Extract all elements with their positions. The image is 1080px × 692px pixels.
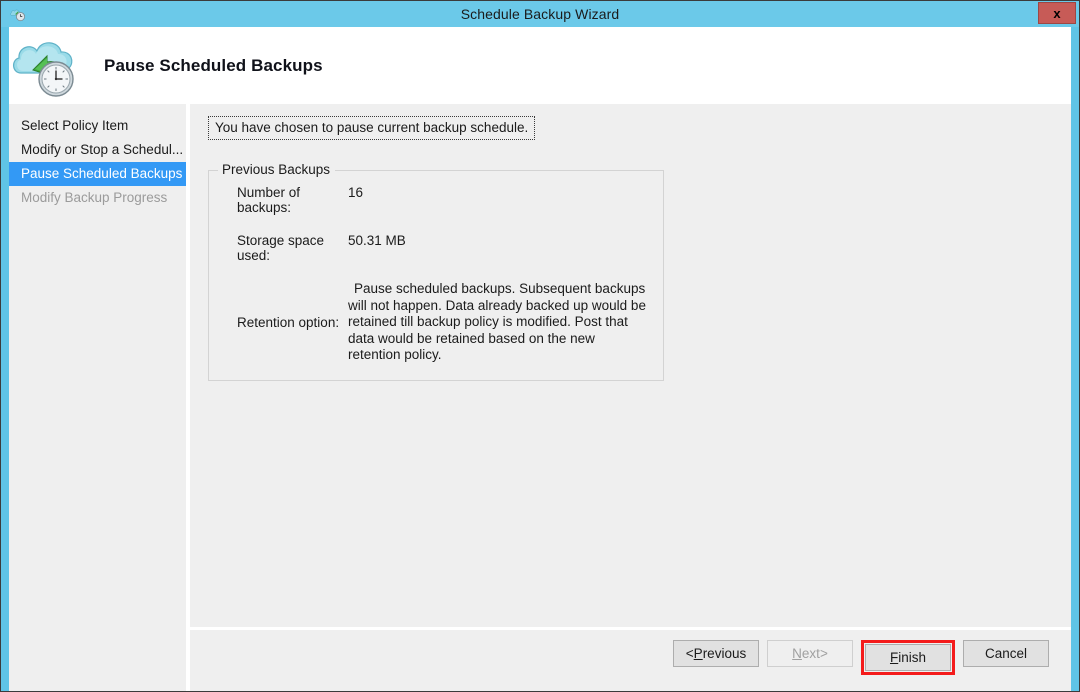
schedule-backup-wizard-window: Schedule Backup Wizard x	[0, 0, 1080, 692]
title-bar: Schedule Backup Wizard x	[1, 1, 1079, 27]
cancel-button-label: Cancel	[985, 646, 1027, 661]
finish-button-highlight: Finish	[861, 640, 955, 675]
groupbox-legend: Previous Backups	[218, 162, 335, 177]
next-button[interactable]: Next >	[767, 640, 853, 667]
label-number-of-backups: Number of backups:	[223, 185, 348, 215]
close-icon[interactable]: x	[1038, 2, 1076, 24]
wizard-header: Pause Scheduled Backups	[9, 27, 1071, 104]
next-button-accel: N	[792, 646, 802, 661]
next-button-suffix: >	[820, 646, 828, 661]
row-retention-option: Retention option: Pause scheduled backup…	[223, 281, 649, 364]
sidebar-item-select-policy-item[interactable]: Select Policy Item	[9, 114, 186, 138]
wizard-body: Select Policy Item Modify or Stop a Sche…	[9, 104, 1071, 691]
cloud-backup-clock-icon	[9, 4, 29, 24]
previous-button-rest: revious	[703, 646, 747, 661]
sidebar-item-pause-scheduled-backups[interactable]: Pause Scheduled Backups	[9, 162, 186, 186]
label-retention-option: Retention option:	[223, 315, 348, 330]
sidebar-item-modify-backup-progress[interactable]: Modify Backup Progress	[9, 186, 186, 210]
previous-button-accel: P	[694, 646, 703, 661]
finish-button-accel: F	[890, 650, 898, 665]
row-number-of-backups: Number of backups: 16	[223, 185, 649, 215]
previous-button-prefix: <	[686, 646, 694, 661]
row-storage-space-used: Storage space used: 50.31 MB	[223, 233, 649, 263]
cloud-backup-clock-logo	[9, 31, 89, 101]
next-button-rest: ext	[802, 646, 820, 661]
content-inner: You have chosen to pause current backup …	[190, 104, 1071, 627]
value-retention-option: Pause scheduled backups. Subsequent back…	[348, 281, 649, 364]
window-title: Schedule Backup Wizard	[1, 1, 1079, 27]
sidebar-item-modify-or-stop-a-schedule[interactable]: Modify or Stop a Schedul...	[9, 138, 186, 162]
cancel-button[interactable]: Cancel	[963, 640, 1049, 667]
value-storage-space-used: 50.31 MB	[348, 233, 649, 250]
page-title: Pause Scheduled Backups	[104, 56, 323, 76]
finish-button-rest: inish	[898, 650, 926, 665]
previous-backups-groupbox: Previous Backups Number of backups: 16 S…	[208, 170, 664, 381]
label-storage-space-used: Storage space used:	[223, 233, 348, 263]
value-number-of-backups: 16	[348, 185, 649, 202]
status-message: You have chosen to pause current backup …	[208, 116, 535, 140]
finish-button[interactable]: Finish	[865, 644, 951, 671]
wizard-steps-sidebar: Select Policy Item Modify or Stop a Sche…	[9, 104, 190, 691]
previous-button[interactable]: < Previous	[673, 640, 759, 667]
wizard-footer: < Previous Next > Finish Cancel	[190, 627, 1071, 691]
wizard-content: You have chosen to pause current backup …	[190, 104, 1071, 691]
